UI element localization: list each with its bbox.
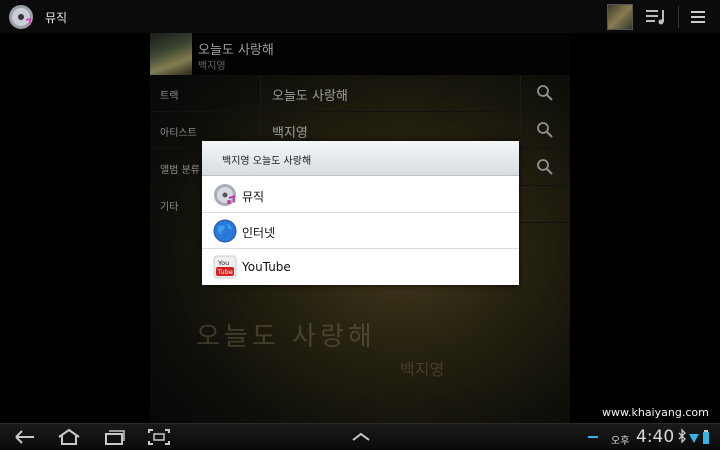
music-app-icon[interactable] — [8, 4, 34, 30]
music-disc-icon — [214, 184, 236, 206]
dialog-item-label: 뮤직 — [242, 190, 265, 204]
screenshot-icon[interactable] — [146, 428, 172, 446]
clock-time[interactable]: 4:40 — [636, 427, 674, 447]
youtube-icon: You Tube — [213, 255, 237, 279]
action-bar-divider — [678, 6, 679, 28]
recent-apps-icon[interactable] — [102, 428, 128, 446]
dialog-item-label: 인터넷 — [242, 226, 276, 240]
minus-icon — [588, 436, 598, 438]
dialog-item-music[interactable]: 뮤직 — [202, 177, 519, 213]
dialog-item-youtube[interactable]: You Tube YouTube — [202, 249, 519, 285]
open-with-dialog: 백지영 오늘도 사랑해 뮤직 인터넷 You Tube YouTube — [202, 141, 519, 285]
dialog-header: 백지영 오늘도 사랑해 — [202, 141, 519, 176]
chevron-up-icon[interactable] — [348, 428, 374, 446]
back-icon[interactable] — [12, 428, 38, 446]
action-bar: 뮤직 — [0, 0, 720, 33]
dialog-title: 백지영 오늘도 사랑해 — [222, 156, 312, 167]
app-title: 뮤직 — [45, 11, 68, 25]
playlist-icon[interactable] — [646, 8, 668, 26]
now-playing-thumbnail[interactable] — [607, 4, 633, 30]
bluetooth-icon — [678, 428, 686, 444]
battery-icon — [703, 430, 709, 444]
svg-text:You: You — [217, 259, 229, 267]
dialog-item-internet[interactable]: 인터넷 — [202, 213, 519, 249]
dialog-item-label: YouTube — [242, 260, 291, 274]
overflow-menu-icon[interactable] — [690, 9, 706, 25]
home-icon[interactable] — [56, 428, 82, 446]
wifi-icon — [689, 434, 699, 443]
system-bar: 오후 4:40 — [0, 423, 720, 450]
clock-ampm: 오후 — [611, 436, 630, 447]
watermark: www.khaiyang.com — [602, 406, 709, 419]
svg-text:Tube: Tube — [217, 268, 233, 276]
globe-icon — [213, 219, 237, 243]
